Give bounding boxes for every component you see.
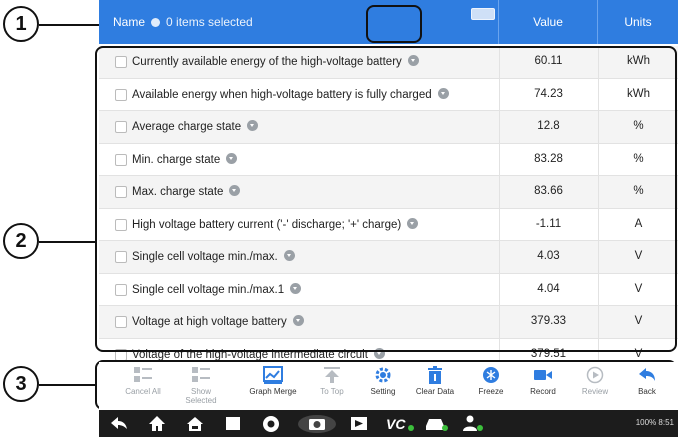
to-top-button[interactable]: To Top (304, 366, 360, 396)
callout-3-leader-line (39, 384, 95, 386)
show-selected-label: Show (190, 387, 211, 396)
setting-label: Setting (370, 387, 396, 396)
remote-support-icon[interactable] (459, 414, 485, 433)
trash-icon (428, 366, 442, 384)
freeze-button[interactable]: Freeze (463, 366, 519, 396)
callout-3-number: 3 (15, 372, 27, 395)
video-icon (534, 370, 552, 380)
system-nav-bar: VC 100% 8:51 (99, 410, 678, 437)
list-icon (134, 367, 152, 382)
callout-1: 1 (3, 6, 39, 42)
freeze-label: Freeze (478, 387, 504, 396)
header-value: Value (533, 15, 563, 29)
checklist-icon (192, 367, 210, 382)
selection-count: 0 items selected (166, 15, 253, 29)
callout-2: 2 (3, 223, 39, 259)
clear-data-label: Clear Data (415, 387, 455, 396)
graph-merge-button[interactable]: Graph Merge (245, 366, 301, 396)
review-button[interactable]: Review (567, 366, 623, 396)
back-arrow-icon (639, 368, 655, 381)
callout-1-number: 1 (15, 12, 27, 35)
camera-icon[interactable] (297, 414, 337, 433)
graph-icon (263, 366, 283, 384)
callout-1-frame (366, 5, 422, 43)
cancel-all-button[interactable]: Cancel All (115, 366, 171, 396)
gear-icon (375, 367, 391, 383)
clear-data-button[interactable]: Clear Data (407, 366, 463, 396)
browser-icon[interactable] (261, 414, 281, 433)
figure: 1 2 3 Name 0 items selected Value Units … (0, 0, 678, 437)
sort-icon[interactable] (151, 17, 161, 27)
callout-2-frame (95, 46, 677, 352)
to-top-label: To Top (320, 387, 344, 396)
function-toolbar: Cancel All Show Selected Graph Merge To … (99, 362, 678, 410)
graph-merge-label: Graph Merge (249, 387, 297, 396)
car-icon[interactable] (423, 414, 449, 433)
header-name-label: Name (113, 15, 146, 29)
back-label: Back (638, 387, 656, 396)
arrow-up-icon (324, 367, 340, 383)
setting-button[interactable]: Setting (355, 366, 411, 396)
car-home-icon[interactable] (185, 414, 205, 433)
cancel-all-label: Cancel All (125, 387, 161, 396)
recent-apps-icon[interactable] (223, 414, 243, 433)
screen-record-icon[interactable] (349, 414, 369, 433)
vci-icon[interactable]: VC (385, 414, 415, 433)
show-selected-button[interactable]: Show Selected (173, 366, 229, 405)
record-button[interactable]: Record (515, 366, 571, 396)
header-name-cell[interactable]: Name 0 items selected (113, 15, 253, 29)
callout-2-leader-line (39, 241, 95, 243)
header-units: Units (624, 15, 652, 29)
svg-text:VC: VC (386, 416, 406, 432)
show-selected-label-2: Selected (185, 396, 217, 405)
drag-handle-icon[interactable] (471, 8, 495, 20)
status-bar-text: 100% 8:51 (635, 418, 674, 427)
review-label: Review (581, 387, 609, 396)
record-label: Record (530, 387, 556, 396)
snowflake-icon (483, 367, 499, 383)
home-icon[interactable] (147, 414, 167, 433)
back-button[interactable]: Back (619, 366, 675, 396)
callout-3: 3 (3, 366, 39, 402)
play-icon (586, 366, 604, 384)
callout-2-number: 2 (15, 229, 27, 252)
back-icon[interactable] (109, 414, 129, 433)
